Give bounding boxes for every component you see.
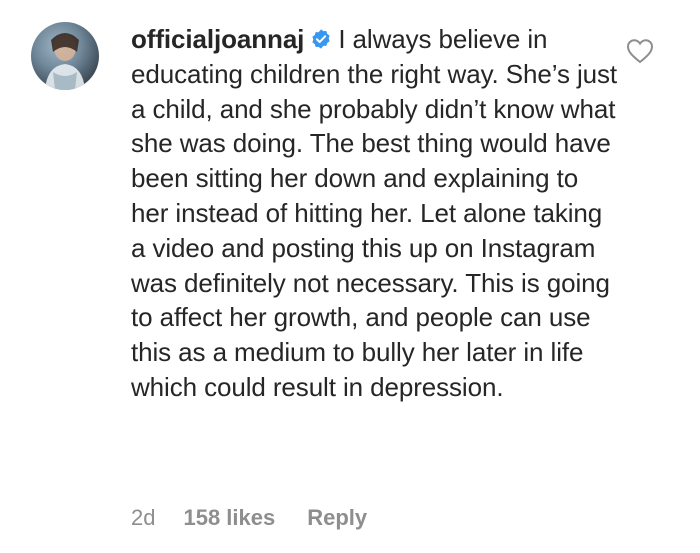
avatar-image xyxy=(45,33,85,90)
comment-meta: 2d 158 likes Reply xyxy=(131,505,367,531)
heart-outline-icon[interactable] xyxy=(626,38,654,64)
verified-badge-icon xyxy=(312,29,330,49)
timestamp: 2d xyxy=(131,505,156,530)
likes-count-button[interactable]: 158 likes xyxy=(183,505,275,531)
comment-body: officialjoannaj I always believe in educa… xyxy=(131,22,621,405)
comment-text: I always believe in educating children t… xyxy=(131,24,618,402)
comment-item: officialjoannaj I always believe in educa… xyxy=(0,0,700,553)
reply-button[interactable]: Reply xyxy=(307,505,367,531)
avatar[interactable] xyxy=(31,22,99,90)
username-link[interactable]: officialjoannaj xyxy=(131,24,304,54)
comment-text-block: officialjoannaj I always believe in educa… xyxy=(131,22,621,405)
